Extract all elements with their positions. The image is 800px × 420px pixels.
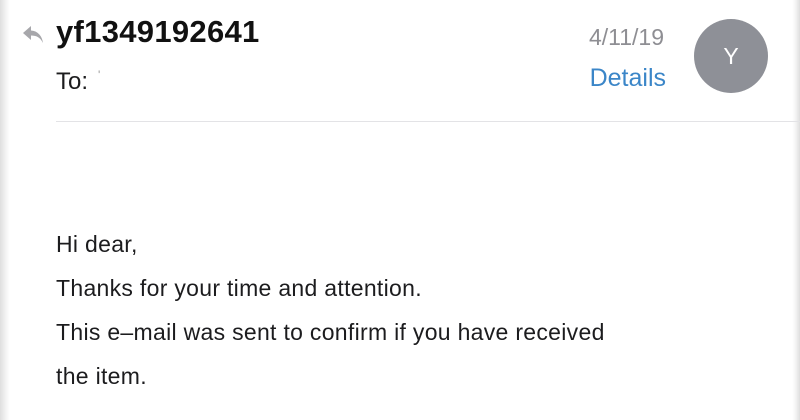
body-line-item: the item. (56, 363, 147, 389)
avatar-initial: Y (723, 43, 739, 69)
details-link[interactable]: Details (556, 64, 666, 93)
reply-arrow-icon[interactable] (20, 24, 46, 46)
body-line-greeting: Hi dear, (56, 231, 138, 257)
body-line-thanks: Thanks for your time and attention. (56, 275, 422, 301)
sender-avatar[interactable]: Y (694, 19, 768, 93)
email-body: Hi dear, Thanks for your time and attent… (56, 222, 776, 398)
email-view: yf1349192641 To: ' 4/11/19 Details Y Hi d… (0, 0, 800, 420)
to-label: To: (56, 68, 89, 95)
body-line-confirm: This e–mail was sent to confirm if you h… (56, 319, 605, 345)
email-date: 4/11/19 (588, 24, 664, 50)
header-divider (56, 121, 800, 122)
recipient-value[interactable]: ' (98, 68, 100, 82)
recipient-row: To: ' (56, 68, 100, 96)
email-header: yf1349192641 To: ' 4/11/19 Details Y (0, 0, 800, 122)
sender-name[interactable]: yf1349192641 (56, 14, 260, 50)
